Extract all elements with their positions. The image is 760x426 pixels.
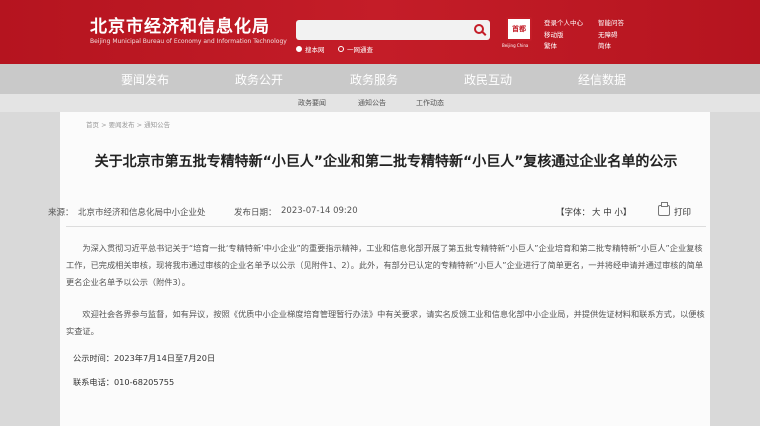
login-link[interactable]: 登录个人中心 <box>544 17 583 27</box>
site-header: 北京市经济和信息化局 Beijing Municipal Bureau of E… <box>0 0 760 64</box>
date-label: 发布日期： <box>234 208 277 218</box>
divider <box>66 226 706 227</box>
main-nav: 要闻发布 政务公开 政务服务 政民互动 经信数据 <box>0 64 760 94</box>
font-size-options[interactable]: 大 中 小】 <box>592 206 631 218</box>
subnav-item-notices[interactable]: 通知公告 <box>358 98 386 108</box>
article-paragraph: 欢迎社会各界参与监督，如有异议，按照《优质中小企业梯度培育管理暂行办法》中有关要… <box>66 309 705 336</box>
radio-icon[interactable] <box>338 46 344 52</box>
smart-qa-link[interactable]: 智能问答 <box>598 17 624 27</box>
search-scope-all[interactable]: 一网通查 <box>338 44 373 54</box>
nav-item-data[interactable]: 经信数据 <box>578 71 626 88</box>
simplified-link[interactable]: 简体 <box>598 40 611 50</box>
site-logo[interactable]: 北京市经济和信息化局 <box>90 12 270 37</box>
source-label: 来源： <box>48 208 74 218</box>
accessibility-link[interactable]: 无障碍 <box>598 29 618 39</box>
nav-item-interaction[interactable]: 政民互动 <box>464 71 512 88</box>
radio-icon[interactable] <box>296 46 302 52</box>
publicity-period: 公示时间：2023年7月14日至7月20日 <box>73 353 216 363</box>
mobile-link[interactable]: 移动版 <box>544 29 564 39</box>
nav-item-services[interactable]: 政务服务 <box>350 71 398 88</box>
publish-date: 2023-07-14 09:20 <box>281 206 358 216</box>
breadcrumb[interactable]: 首页 > 要闻发布 > 通知公告 <box>86 119 170 129</box>
article-paragraph: 为深入贯彻习近平总书记关于“培育一批‘专精特新’中小企业”的重要指示精神，工业和… <box>66 243 704 287</box>
source-value: 北京市经济和信息化局中小企业处 <box>78 208 206 218</box>
search-scope-site[interactable]: 搜本网 <box>296 44 325 54</box>
subnav-item-work[interactable]: 工作动态 <box>416 98 444 108</box>
capital-emblem-icon: 首都 <box>506 17 532 41</box>
emblem-caption: Beijing China <box>502 43 529 48</box>
search-icon[interactable] <box>474 24 484 34</box>
site-logo-english: Beijing Municipal Bureau of Economy and … <box>90 38 287 45</box>
contact-phone: 联系电话：010-68205755 <box>73 377 175 387</box>
print-icon[interactable] <box>658 202 670 216</box>
nav-item-news[interactable]: 要闻发布 <box>121 71 169 88</box>
print-button[interactable]: 打印 <box>674 206 691 218</box>
traditional-link[interactable]: 繁体 <box>544 40 557 50</box>
sub-nav: 政务要闻 通知公告 工作动态 <box>0 94 760 112</box>
search-input[interactable] <box>296 20 490 40</box>
font-size-label: 【字体： <box>556 208 591 218</box>
nav-item-government-affairs[interactable]: 政务公开 <box>235 71 283 88</box>
article-title: 关于北京市第五批专精特新“小巨人”企业和第二批专精特新“小巨人”复核通过企业名单… <box>94 154 678 170</box>
subnav-item-news[interactable]: 政务要闻 <box>298 98 326 108</box>
